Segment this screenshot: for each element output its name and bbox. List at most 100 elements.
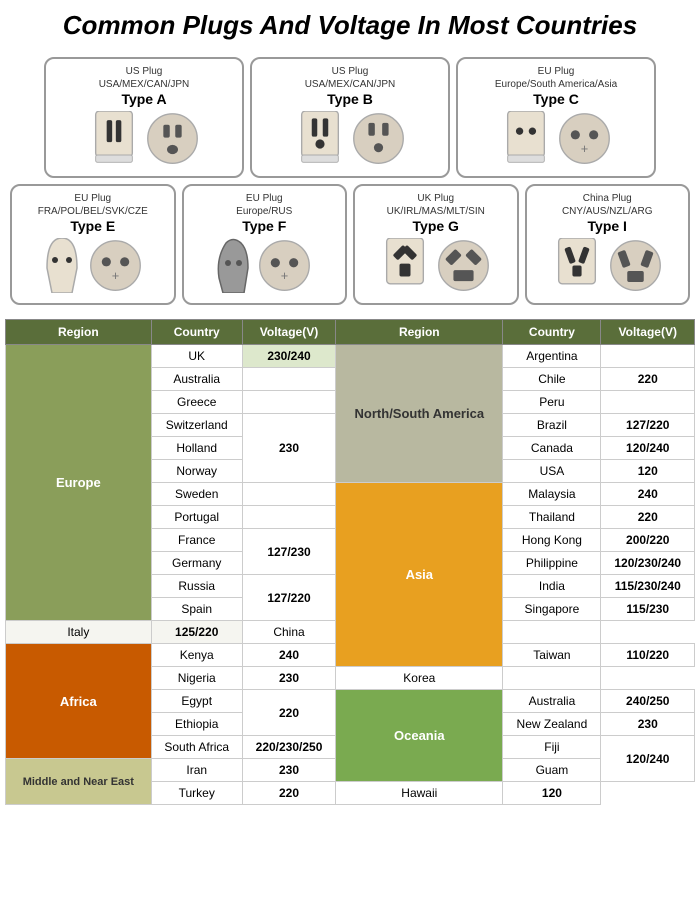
country-switzerland: Switzerland	[151, 414, 242, 437]
plug-a-prong-svg	[89, 111, 139, 166]
title-section: Common Plugs And Voltage In Most Countri…	[0, 0, 700, 49]
svg-text:+: +	[580, 141, 588, 156]
country-holland: Holland	[151, 437, 242, 460]
country-kenya: Kenya	[151, 644, 242, 667]
country-philippine: Philippine	[503, 552, 601, 575]
plug-a-socket-svg	[145, 111, 200, 166]
plug-g-prong-svg	[380, 238, 430, 293]
plug-f-prong-svg	[216, 238, 251, 293]
country-china: China	[242, 621, 335, 644]
plug-f-type: Type F	[192, 218, 338, 234]
plug-e-socket-svg: +	[88, 238, 143, 293]
voltage-hawaii: 120	[503, 782, 601, 805]
region-oceania: Oceania	[336, 690, 503, 782]
voltage-thailand: 220	[601, 506, 695, 529]
voltage-korea	[503, 667, 601, 690]
voltage-newzealand: 230	[601, 713, 695, 736]
voltage-nigeria: 230	[242, 667, 335, 690]
table-section: Region Country Voltage(V) Region Country…	[0, 319, 700, 815]
country-egypt: Egypt	[151, 690, 242, 713]
voltage-brazil: 127/220	[601, 414, 695, 437]
voltage-iran: 230	[242, 759, 335, 782]
country-brazil: Brazil	[503, 414, 601, 437]
country-canada: Canada	[503, 437, 601, 460]
plug-b-type: Type B	[260, 91, 440, 107]
plug-i-socket-svg	[608, 238, 663, 293]
voltage-taiwan: 110/220	[601, 644, 695, 667]
header-region-right: Region	[336, 320, 503, 345]
country-hawaii: Hawaii	[336, 782, 503, 805]
voltage-canada: 120/240	[601, 437, 695, 460]
voltage-230-group: 230	[242, 414, 335, 483]
country-italy: Italy	[6, 621, 152, 644]
voltage-philippine: 120/230/240	[601, 552, 695, 575]
plugs-section: US PlugUSA/MEX/CAN/JPN Type A	[0, 49, 700, 319]
voltage-127-230: 127/230	[242, 529, 335, 575]
voltage-turkey: 220	[242, 782, 335, 805]
plug-e-visual: +	[20, 238, 166, 293]
page-title: Common Plugs And Voltage In Most Countri…	[15, 10, 685, 41]
voltage-italy: 125/220	[151, 621, 242, 644]
country-usa: USA	[503, 460, 601, 483]
voltage-australia-oc: 240/250	[601, 690, 695, 713]
country-france: France	[151, 529, 242, 552]
country-norway: Norway	[151, 460, 242, 483]
plug-row-2: EU PlugFRA/POL/BEL/SVK/CZE Type E + EU P…	[10, 184, 690, 305]
country-singapore: Singapore	[503, 598, 601, 621]
country-spain: Spain	[151, 598, 242, 621]
header-voltage-left: Voltage(V)	[242, 320, 335, 345]
voltage-table: Region Country Voltage(V) Region Country…	[5, 319, 695, 805]
plug-f-visual: +	[192, 238, 338, 293]
plug-c-visual: +	[466, 111, 646, 166]
plug-g-visual	[363, 238, 509, 293]
country-thailand: Thailand	[503, 506, 601, 529]
voltage-127-220: 127/220	[242, 575, 335, 621]
voltage-peru	[601, 391, 695, 414]
plug-e-prong-svg	[42, 238, 82, 293]
voltage-120-240-oc: 120/240	[601, 736, 695, 782]
country-newzealand: New Zealand	[503, 713, 601, 736]
plug-i-prong-svg	[552, 238, 602, 293]
voltage-220-egypt: 220	[242, 690, 335, 736]
voltage-china	[503, 621, 601, 644]
country-taiwan: Taiwan	[503, 644, 601, 667]
plug-e-type: Type E	[20, 218, 166, 234]
country-peru: Peru	[503, 391, 601, 414]
plug-g-socket-svg	[436, 238, 491, 293]
header-region-left: Region	[6, 320, 152, 345]
plug-type-i: China PlugCNY/AUS/NZL/ARG Type I	[525, 184, 691, 305]
country-greece: Greece	[151, 391, 242, 414]
plug-c-label: EU PlugEurope/South America/Asia	[466, 65, 646, 91]
header-country-right: Country	[503, 320, 601, 345]
voltage-uk: 230/240	[242, 345, 335, 368]
voltage-greece	[242, 391, 335, 414]
plug-a-label: US PlugUSA/MEX/CAN/JPN	[54, 65, 234, 91]
plug-type-c: EU PlugEurope/South America/Asia Type C …	[456, 57, 656, 178]
plug-b-socket-svg	[351, 111, 406, 166]
voltage-southafrica: 220/230/250	[242, 736, 335, 759]
plug-type-b: US PlugUSA/MEX/CAN/JPN Type B	[250, 57, 450, 178]
country-southafrica: South Africa	[151, 736, 242, 759]
country-australia-eu: Australia	[151, 368, 242, 391]
plug-i-label: China PlugCNY/AUS/NZL/ARG	[535, 192, 681, 218]
voltage-argentina	[601, 345, 695, 368]
header-country-left: Country	[151, 320, 242, 345]
voltage-singapore: 115/230	[601, 598, 695, 621]
plug-i-type: Type I	[535, 218, 681, 234]
country-portugal: Portugal	[151, 506, 242, 529]
region-europe: Europe	[6, 345, 152, 621]
region-north-south: North/South America	[336, 345, 503, 483]
plug-c-type: Type C	[466, 91, 646, 107]
country-malaysia: Malaysia	[503, 483, 601, 506]
header-voltage-right: Voltage(V)	[601, 320, 695, 345]
plug-c-prong-svg	[501, 111, 551, 166]
plug-f-socket-svg: +	[257, 238, 312, 293]
region-middle-east: Middle and Near East	[6, 759, 152, 805]
country-korea: Korea	[336, 667, 503, 690]
voltage-india: 115/230/240	[601, 575, 695, 598]
country-ethiopia: Ethiopia	[151, 713, 242, 736]
plug-row-1: US PlugUSA/MEX/CAN/JPN Type A	[10, 57, 690, 178]
country-india: India	[503, 575, 601, 598]
plug-b-prong-svg	[295, 111, 345, 166]
plug-type-f: EU PlugEurope/RUS Type F +	[182, 184, 348, 305]
